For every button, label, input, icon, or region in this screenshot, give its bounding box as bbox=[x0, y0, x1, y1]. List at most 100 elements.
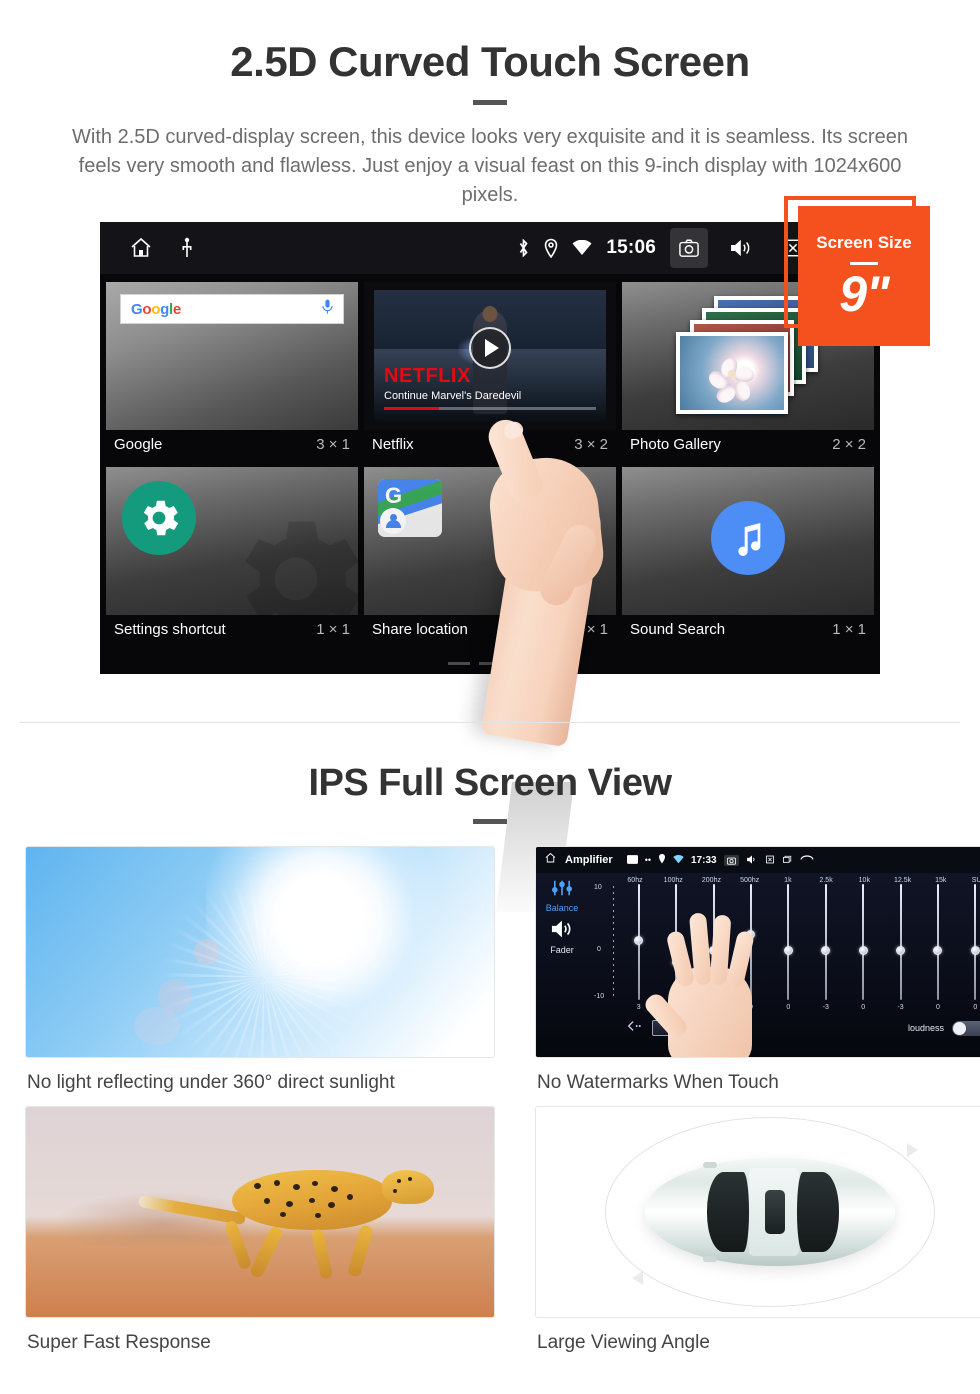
netflix-character-head bbox=[482, 305, 498, 322]
scale-ticks bbox=[613, 886, 614, 998]
ips-full-screen-view-section: IPS Full Screen View No light reflecting… bbox=[0, 722, 980, 1366]
person-marker-icon bbox=[380, 508, 406, 534]
wifi-icon bbox=[572, 240, 592, 256]
widget-grid: Google Google 3 × 1 NETFLIX Continue Mar… bbox=[100, 274, 880, 648]
equalizer: 60hz 100hz 200hz 500hz 1k 2.5k 10k 12.5k… bbox=[588, 873, 980, 1057]
widget-cell-share-location[interactable]: G Share location 1 × 1 bbox=[364, 467, 616, 648]
feature-caption: Large Viewing Angle bbox=[537, 1332, 710, 1353]
band-label: 1k bbox=[784, 877, 792, 884]
maps-g-letter: G bbox=[385, 483, 403, 508]
play-icon[interactable] bbox=[469, 327, 511, 370]
amplifier-sidebar: Balance Fader bbox=[536, 873, 588, 1057]
amplifier-footer: Custom loudness bbox=[588, 1011, 980, 1045]
band-value: -3 bbox=[822, 1004, 829, 1011]
google-widget-tile[interactable]: Google bbox=[106, 282, 358, 430]
eq-slider[interactable] bbox=[657, 884, 694, 1004]
loudness-control[interactable]: loudness bbox=[908, 1020, 980, 1036]
scale-mid: 0 bbox=[597, 946, 601, 954]
back-icon[interactable] bbox=[800, 851, 814, 869]
band-label: 10k bbox=[858, 877, 870, 884]
eq-slider[interactable] bbox=[770, 884, 807, 1004]
feature-caption: Super Fast Response bbox=[27, 1332, 211, 1353]
page-dot-2[interactable] bbox=[479, 662, 501, 665]
fader-label: Fader bbox=[550, 945, 574, 955]
widget-name: Photo Gallery bbox=[630, 436, 721, 453]
device-screenshot: 15:06 Google Google 3 × 1 NETFLIX Contin… bbox=[100, 222, 880, 674]
band-label: 500hz bbox=[740, 877, 760, 884]
windshield bbox=[707, 1172, 749, 1252]
loudness-toggle[interactable] bbox=[952, 1020, 980, 1036]
sunlight-sky-photo bbox=[25, 846, 495, 1058]
band-label: 200hz bbox=[701, 877, 721, 884]
band-value: 0 bbox=[711, 1004, 716, 1011]
page-dot-3[interactable] bbox=[510, 662, 532, 665]
settings-gear-icon[interactable] bbox=[122, 481, 196, 555]
android-status-bar: 15:06 bbox=[100, 222, 880, 274]
home-icon[interactable] bbox=[128, 236, 154, 260]
cherry-blossom-image bbox=[705, 354, 755, 407]
widget-size: 2 × 2 bbox=[832, 436, 866, 453]
balance-label: Balance bbox=[545, 903, 579, 913]
feature-caption: No Watermarks When Touch bbox=[537, 1072, 779, 1093]
page-dot-1[interactable] bbox=[448, 662, 470, 665]
widget-name: Settings shortcut bbox=[114, 621, 226, 638]
settings-widget-tile[interactable] bbox=[106, 467, 358, 615]
netflix-widget-tile[interactable]: NETFLIX Continue Marvel's Daredevil bbox=[364, 282, 616, 430]
rotation-arrow-right bbox=[907, 1143, 918, 1157]
widget-cell-settings-shortcut[interactable]: Settings shortcut 1 × 1 bbox=[106, 467, 358, 648]
widget-cell-sound-search[interactable]: Sound Search 1 × 1 bbox=[622, 467, 874, 648]
eq-slider[interactable] bbox=[620, 884, 657, 1004]
gallery-icon[interactable] bbox=[626, 851, 638, 869]
usb-icon bbox=[180, 237, 194, 259]
camera-icon[interactable] bbox=[670, 228, 708, 268]
eq-slider[interactable] bbox=[844, 884, 881, 1004]
volume-icon[interactable] bbox=[746, 851, 758, 869]
screen-size-label: Screen Size bbox=[816, 233, 912, 252]
balance-icon[interactable] bbox=[551, 880, 573, 901]
badge-divider bbox=[850, 262, 878, 265]
more-icon[interactable]: •• bbox=[645, 855, 651, 865]
location-icon bbox=[544, 238, 558, 258]
eq-slider[interactable] bbox=[882, 884, 919, 1004]
preset-button[interactable]: Custom bbox=[652, 1020, 710, 1036]
equalizer-band-labels: 60hz 100hz 200hz 500hz 1k 2.5k 10k 12.5k… bbox=[588, 877, 980, 884]
eq-knob bbox=[783, 946, 793, 955]
widget-size: 3 × 2 bbox=[574, 436, 608, 453]
eq-slider[interactable] bbox=[732, 884, 769, 1004]
widget-size: 1 × 1 bbox=[832, 621, 866, 638]
netflix-brand: NETFLIX bbox=[384, 365, 471, 387]
widget-cell-netflix[interactable]: NETFLIX Continue Marvel's Daredevil Netf… bbox=[364, 282, 616, 463]
eq-knob bbox=[970, 946, 980, 955]
curved-touch-screen-section: 2.5D Curved Touch Screen With 2.5D curve… bbox=[0, 0, 980, 912]
widget-name: Share location bbox=[372, 621, 468, 638]
google-maps-icon[interactable]: G bbox=[378, 479, 442, 537]
eq-slider[interactable] bbox=[957, 884, 980, 1004]
eq-knob bbox=[671, 958, 681, 967]
microphone-icon[interactable] bbox=[322, 299, 333, 320]
widget-name: Google bbox=[114, 436, 163, 453]
fader-icon[interactable] bbox=[536, 919, 588, 944]
google-search-bar[interactable]: Google bbox=[120, 294, 344, 324]
close-box-icon[interactable] bbox=[765, 851, 775, 869]
share-location-widget-tile[interactable]: G bbox=[364, 467, 616, 615]
widget-cell-google[interactable]: Google Google 3 × 1 bbox=[106, 282, 358, 463]
camera-icon[interactable] bbox=[723, 854, 739, 866]
section2-title: IPS Full Screen View bbox=[308, 762, 672, 804]
eq-slider[interactable] bbox=[807, 884, 844, 1004]
previous-preset-icon[interactable] bbox=[626, 1019, 642, 1037]
eq-knob bbox=[858, 946, 868, 955]
car-body bbox=[645, 1158, 895, 1266]
amplifier-status-bar: Amplifier •• 17:33 bbox=[536, 847, 980, 873]
volume-icon[interactable] bbox=[722, 228, 760, 268]
amplifier-status-icons: •• 17:33 bbox=[626, 851, 814, 869]
music-note-icon[interactable] bbox=[711, 501, 785, 576]
home-icon[interactable] bbox=[544, 851, 557, 869]
page-indicator[interactable] bbox=[100, 662, 880, 665]
feature-card-sunlight: No light reflecting under 360° direct su… bbox=[25, 846, 495, 1094]
eq-slider[interactable] bbox=[695, 884, 732, 1004]
eq-slider[interactable] bbox=[919, 884, 956, 1004]
band-value: 0 bbox=[861, 1004, 866, 1011]
band-label: 2.5k bbox=[819, 877, 833, 884]
sound-search-widget-tile[interactable] bbox=[622, 467, 874, 615]
recents-icon[interactable] bbox=[782, 851, 793, 869]
